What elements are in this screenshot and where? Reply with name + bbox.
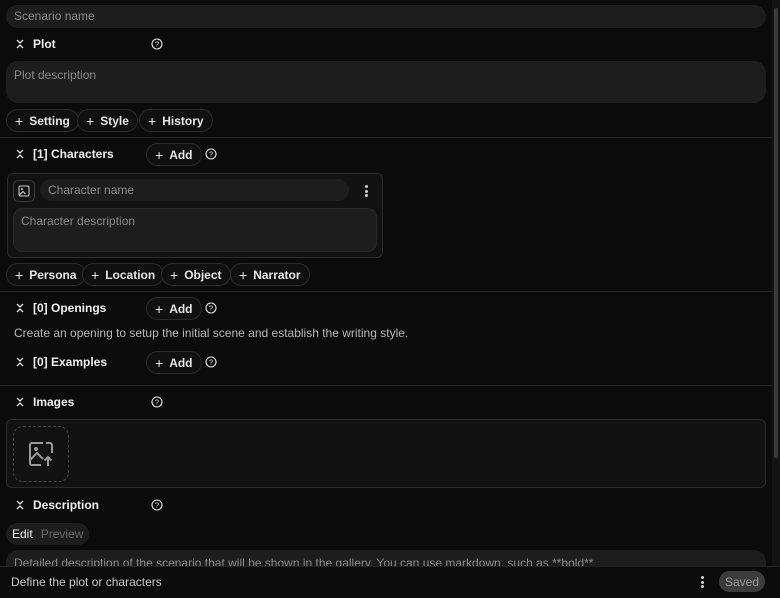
- more-options-icon[interactable]: [697, 575, 707, 589]
- help-icon[interactable]: ?: [151, 499, 163, 511]
- character-image-button[interactable]: [13, 180, 35, 202]
- images-title: Images: [33, 395, 75, 409]
- divider: [0, 385, 772, 386]
- svg-text:?: ?: [209, 304, 213, 313]
- image-upload-dropzone[interactable]: [13, 426, 69, 482]
- saved-button[interactable]: Saved: [719, 571, 765, 592]
- svg-text:?: ?: [155, 40, 159, 49]
- scenario-editor: Scenario name Plot ? Plot description + S…: [0, 0, 772, 566]
- tab-preview[interactable]: Preview: [41, 527, 84, 541]
- description-tabs: Edit Preview: [6, 523, 90, 545]
- collapse-icon[interactable]: [14, 396, 26, 408]
- svg-text:?: ?: [155, 501, 159, 510]
- more-options-icon[interactable]: [361, 184, 371, 198]
- divider: [0, 137, 772, 138]
- tab-edit[interactable]: Edit: [12, 527, 33, 541]
- examples-section-header[interactable]: [0] Examples: [14, 353, 107, 371]
- openings-title: [0] Openings: [33, 301, 107, 315]
- add-persona-button[interactable]: + Persona: [6, 263, 86, 286]
- add-history-button[interactable]: + History: [139, 109, 213, 132]
- help-icon[interactable]: ?: [205, 148, 217, 160]
- scrollbar[interactable]: [772, 0, 780, 566]
- add-object-button[interactable]: + Object: [161, 263, 231, 286]
- plot-section-header[interactable]: Plot: [14, 35, 56, 53]
- description-title: Description: [33, 498, 100, 512]
- help-icon[interactable]: ?: [205, 356, 217, 368]
- help-icon[interactable]: ?: [151, 396, 163, 408]
- examples-title: [0] Examples: [33, 355, 108, 369]
- images-panel: [6, 419, 766, 488]
- characters-title: [1] Characters: [33, 147, 114, 161]
- scenario-name-input[interactable]: Scenario name: [6, 5, 766, 28]
- status-text: Define the plot or characters: [11, 575, 162, 589]
- image-icon: [18, 185, 30, 197]
- add-example-button[interactable]: + Add: [146, 351, 202, 374]
- plot-title: Plot: [33, 37, 56, 51]
- character-description-input[interactable]: Character description: [13, 208, 377, 252]
- openings-hint: Create an opening to setup the initial s…: [14, 326, 409, 340]
- svg-text:?: ?: [209, 150, 213, 159]
- help-icon[interactable]: ?: [151, 38, 163, 50]
- add-opening-button[interactable]: + Add: [146, 297, 202, 320]
- plot-description-input[interactable]: Plot description: [6, 61, 766, 103]
- collapse-icon[interactable]: [14, 38, 26, 50]
- images-section-header[interactable]: Images: [14, 393, 74, 411]
- add-character-button[interactable]: + Add: [146, 143, 202, 166]
- collapse-icon[interactable]: [14, 356, 26, 368]
- description-input[interactable]: Detailed description of the scenario tha…: [6, 550, 766, 566]
- divider: [0, 291, 772, 292]
- collapse-icon[interactable]: [14, 499, 26, 511]
- footer-bar: Define the plot or characters Saved: [0, 566, 780, 598]
- character-card: Character name Character description: [7, 173, 383, 258]
- openings-section-header[interactable]: [0] Openings: [14, 299, 106, 317]
- help-icon[interactable]: ?: [205, 302, 217, 314]
- scrollbar-thumb[interactable]: [774, 8, 778, 458]
- svg-text:?: ?: [209, 358, 213, 367]
- add-location-button[interactable]: + Location: [82, 263, 165, 286]
- svg-text:?: ?: [155, 398, 159, 407]
- description-section-header[interactable]: Description: [14, 496, 99, 514]
- add-style-button[interactable]: + Style: [77, 109, 138, 132]
- characters-section-header[interactable]: [1] Characters: [14, 145, 114, 163]
- add-narrator-button[interactable]: + Narrator: [230, 263, 310, 286]
- image-upload-icon: [29, 442, 53, 466]
- character-name-input[interactable]: Character name: [40, 179, 349, 201]
- add-setting-button[interactable]: + Setting: [6, 109, 79, 132]
- collapse-icon[interactable]: [14, 302, 26, 314]
- collapse-icon[interactable]: [14, 148, 26, 160]
